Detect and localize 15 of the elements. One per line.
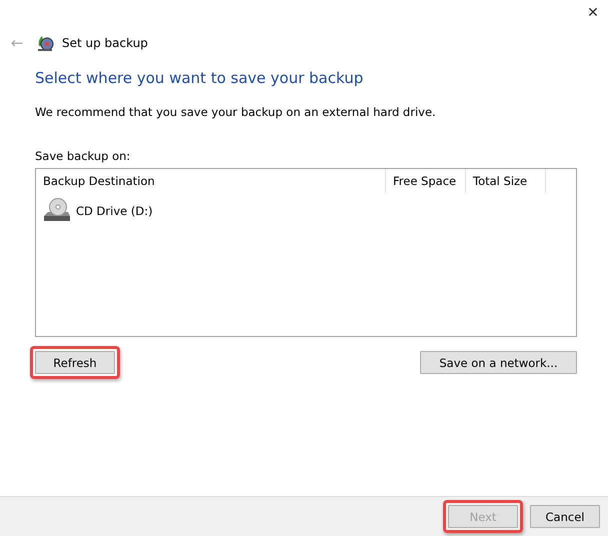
network-button[interactable]: Save on a network... [420,351,577,374]
intro-text: We recommend that you save your backup on an external hard drive. [35,105,437,119]
list-label: Save backup on: [35,149,132,163]
drive-name: CD Drive (D:) [76,204,153,218]
close-button[interactable]: ✕ [578,0,608,26]
column-header[interactable]: Backup Destination [36,169,386,193]
drive-row[interactable]: CD Drive (D:) [36,193,576,229]
column-header[interactable]: Free Space [386,169,466,193]
column-header[interactable]: Total Size [466,169,546,193]
cancel-button[interactable]: Cancel [530,505,600,528]
cd-drive-icon [42,198,72,224]
backup-icon [36,34,54,52]
window-title: Set up backup [62,36,148,50]
refresh-button[interactable]: Refresh [35,351,115,374]
page-heading: Select where you want to save your backup [35,69,364,87]
